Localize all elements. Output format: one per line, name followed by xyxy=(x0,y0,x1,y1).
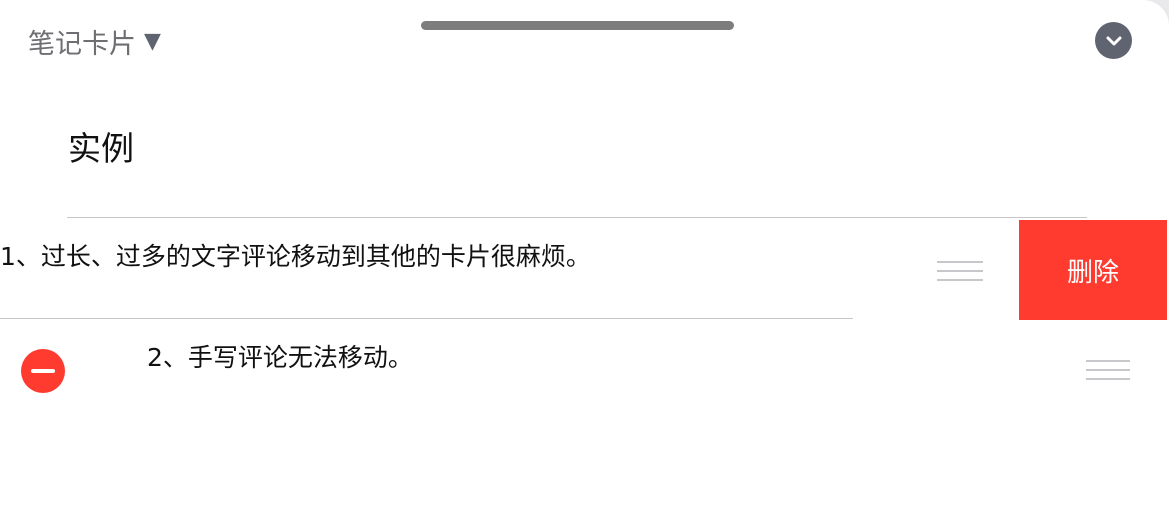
delete-button[interactable]: 删除 xyxy=(1019,220,1167,320)
list-item[interactable]: 1、过长、过多的文字评论移动到其他的卡片很麻烦。 删除 xyxy=(0,220,1169,320)
list-item-text: 2、手写评论无法移动。 xyxy=(147,343,413,372)
title-divider xyxy=(67,217,1087,218)
reorder-handle-icon[interactable] xyxy=(1086,360,1130,382)
note-card-sheet: 笔记卡片 ▼ 实例 1、过长、过多的文字评论移动到其他的卡片很麻烦。 删除 2、… xyxy=(0,0,1169,532)
sheet-grabber[interactable] xyxy=(421,21,734,30)
card-type-label: 笔记卡片 xyxy=(28,28,136,60)
chevron-down-icon xyxy=(1106,36,1121,45)
row-divider xyxy=(0,318,853,319)
dropdown-caret-icon: ▼ xyxy=(144,28,161,54)
list-item-text: 1、过长、过多的文字评论移动到其他的卡片很麻烦。 xyxy=(0,242,591,271)
minus-icon xyxy=(31,369,55,373)
card-title: 实例 xyxy=(68,129,134,168)
list-item[interactable]: 2、手写评论无法移动。 xyxy=(0,322,1169,422)
card-type-dropdown[interactable]: 笔记卡片 ▼ xyxy=(28,24,161,60)
remove-item-button[interactable] xyxy=(21,349,65,393)
collapse-button[interactable] xyxy=(1095,22,1132,59)
reorder-handle-icon[interactable] xyxy=(937,261,983,283)
